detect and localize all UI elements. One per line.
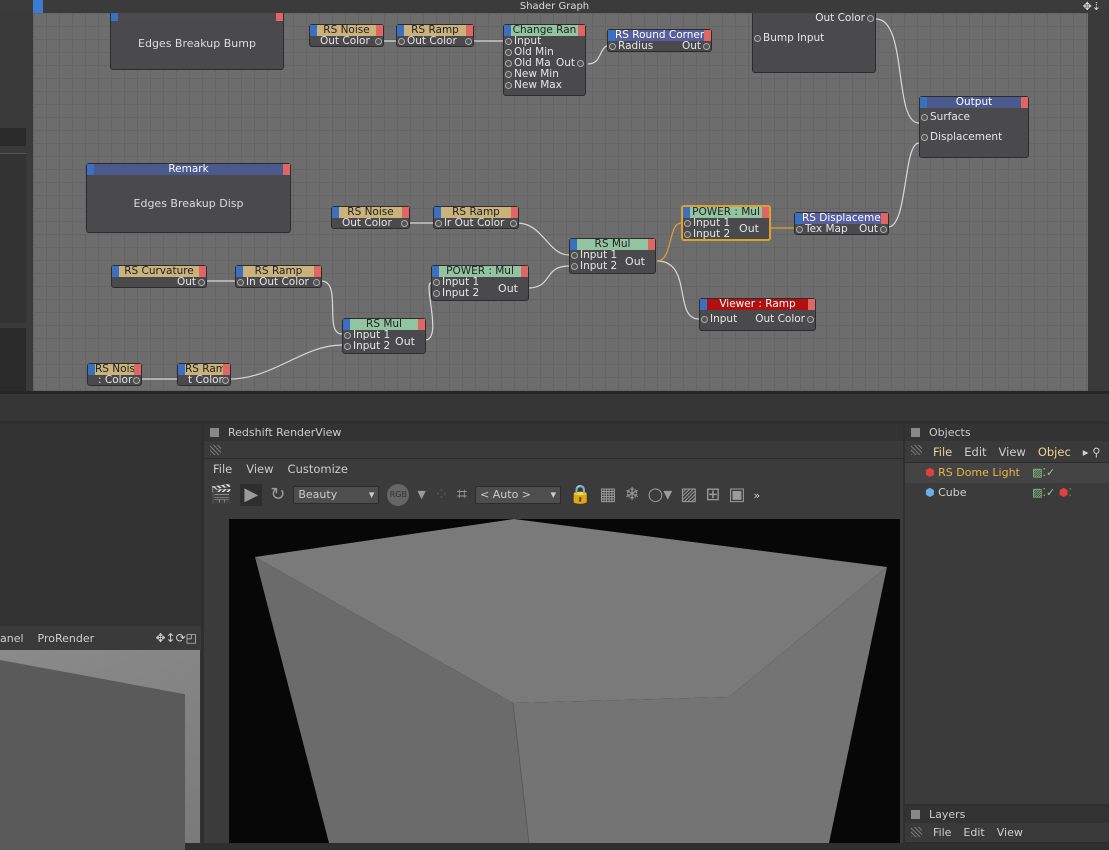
panel-separator[interactable]: [0, 391, 1109, 421]
viewport-tabs: anel ProRender ✥↕⟳◰: [0, 626, 201, 650]
menu-file[interactable]: File: [213, 459, 232, 479]
crop-icon[interactable]: ⌗: [457, 484, 467, 506]
viewport-nav-icons[interactable]: ✥↕⟳◰: [155, 631, 201, 645]
rs-mul-node[interactable]: RS Mul Input 1 Input 2 Out: [569, 238, 656, 274]
objects-header: Objects: [905, 424, 1109, 441]
shader-graph-title-bar: Shader Graph ✥⇣: [0, 0, 1109, 13]
image-icon[interactable]: ▨: [680, 484, 697, 506]
size-dropdown[interactable]: < Auto >: [475, 486, 562, 504]
visibility-check-icon[interactable]: ▨⁚✓: [1032, 483, 1055, 503]
tag-icon[interactable]: ⁚: [1068, 483, 1072, 503]
shader-graph-title: Shader Graph: [519, 1, 590, 12]
rgb-button[interactable]: RGB: [387, 484, 410, 506]
pv-icon[interactable]: ▣: [728, 484, 745, 506]
menu-view[interactable]: View: [999, 441, 1026, 463]
aov-dropdown[interactable]: Beauty: [293, 486, 380, 504]
move-icon[interactable]: ✥⇣: [1083, 0, 1101, 13]
lock-icon[interactable]: 🔒: [569, 484, 591, 506]
menu-edit[interactable]: Edit: [963, 823, 984, 843]
node-graph-canvas[interactable]: Edges Breakup Bump RS Noise Out Color RS …: [33, 13, 1088, 391]
menu-customize[interactable]: Customize: [288, 459, 348, 479]
rs-ramp-node[interactable]: RS Ramp lr Out Color: [433, 206, 519, 229]
object-row-cube[interactable]: ⬢ Cube ▨⁚✓ ⬢ ⁚: [905, 483, 1109, 503]
left-strip: [0, 13, 33, 391]
rs-displacement-node[interactable]: RS DisplacementTex MapOut: [794, 212, 889, 235]
cube-preview: [0, 660, 185, 850]
tab-prorender[interactable]: ProRender: [38, 632, 95, 645]
add-snapshot-icon[interactable]: ⊞: [705, 484, 720, 506]
panel-corner: [33, 0, 43, 13]
change-range-node[interactable]: Change Ran Input Old Min Old Ma Out New M…: [503, 24, 586, 96]
rs-curvature-node[interactable]: RS Curvature Out: [111, 265, 207, 288]
left-lower-panel: anel ProRender ✥↕⟳◰: [0, 424, 201, 850]
menu-objects[interactable]: Objec: [1038, 441, 1071, 463]
menu-file[interactable]: File: [933, 823, 951, 843]
panel-grip[interactable]: [204, 441, 903, 459]
renderview-toolbar: 🎬 ▶ ↻ Beauty RGB ▼ ⁘ ⌗ < Auto > 🔒 ▦ ❄ ○▾…: [204, 479, 903, 511]
objects-menu-bar: File Edit View Objec ▸ ⚲: [905, 441, 1109, 463]
right-scrollbar[interactable]: [1088, 13, 1109, 391]
remark-text: Edges Breakup Disp: [133, 197, 244, 210]
render-image[interactable]: [229, 519, 900, 843]
remark-node-disp[interactable]: Remark Edges Breakup Disp: [86, 163, 291, 233]
grid-icon[interactable]: ▦: [599, 484, 616, 506]
rs-ramp-node[interactable]: RS Rampt Color: [177, 363, 231, 386]
menu-edit[interactable]: Edit: [964, 441, 986, 463]
layers-panel: Layers File Edit View: [905, 806, 1109, 843]
visibility-check-icon[interactable]: ▨⁚✓: [1032, 463, 1055, 483]
snowflake-icon[interactable]: ❄: [625, 484, 640, 506]
output-node[interactable]: Output Surface Displacement: [919, 96, 1029, 158]
rs-mul-node[interactable]: RS Mul Input 1 Input 2 Out: [342, 318, 426, 354]
rendered-cube: [255, 519, 887, 843]
play-icon[interactable]: ▶: [240, 484, 263, 506]
rs-noise-node[interactable]: RS Noise Out Color: [331, 206, 410, 229]
objects-panel: Objects File Edit View Objec ▸ ⚲ ⬢ RS Dome L…: [905, 424, 1109, 804]
circle-icon[interactable]: ○▾: [648, 484, 673, 506]
dome-light-icon: ⬢: [925, 466, 935, 479]
rs-ramp-node[interactable]: RS Ramp In Out Color: [235, 265, 322, 288]
material-tag-icon[interactable]: ⬢: [1059, 483, 1069, 503]
remark-node-bump[interactable]: Edges Breakup Bump: [110, 13, 284, 70]
search-icon[interactable]: ▸ ⚲: [1083, 441, 1101, 463]
rs-noise-node[interactable]: RS Noise Out Color: [309, 24, 384, 47]
viewer-ramp-node[interactable]: Viewer : Ramp Input Out Color: [699, 298, 816, 331]
power-mul-node[interactable]: POWER : Mul Input 1 Input 2 Out: [431, 265, 529, 301]
renderview-header: Redshift RenderView: [204, 424, 903, 441]
power-mul-node-selected[interactable]: POWER : Mul Input 1 Input 2 Out: [681, 205, 771, 241]
layers-header: Layers: [905, 806, 1109, 823]
menu-file[interactable]: File: [933, 441, 952, 463]
rs-round-corners-node[interactable]: RS Round Corners Radius Out: [607, 29, 712, 52]
clapper-icon[interactable]: 🎬: [210, 484, 232, 506]
remark-text: Edges Breakup Bump: [138, 37, 256, 50]
menu-view[interactable]: View: [246, 459, 273, 479]
rs-noise-node[interactable]: RS Noise: Color: [87, 363, 142, 386]
more-button[interactable]: »: [753, 489, 760, 502]
object-row-dome-light[interactable]: ⬢ RS Dome Light ▨⁚✓: [905, 463, 1109, 483]
rs-ramp-node[interactable]: RS Ramp Out Color: [396, 24, 474, 47]
chevron-down-icon[interactable]: ▼: [417, 484, 425, 506]
viewport[interactable]: [0, 650, 200, 850]
refresh-icon[interactable]: ↻: [270, 484, 285, 506]
tab-panel[interactable]: anel: [0, 632, 24, 645]
dither-icon[interactable]: ⁘: [434, 484, 449, 506]
bump-node[interactable]: Out Color Bump Input: [752, 13, 876, 73]
menu-view[interactable]: View: [997, 823, 1023, 843]
renderview-menu: File View Customize: [204, 459, 903, 479]
cube-icon: ⬢: [925, 486, 935, 499]
